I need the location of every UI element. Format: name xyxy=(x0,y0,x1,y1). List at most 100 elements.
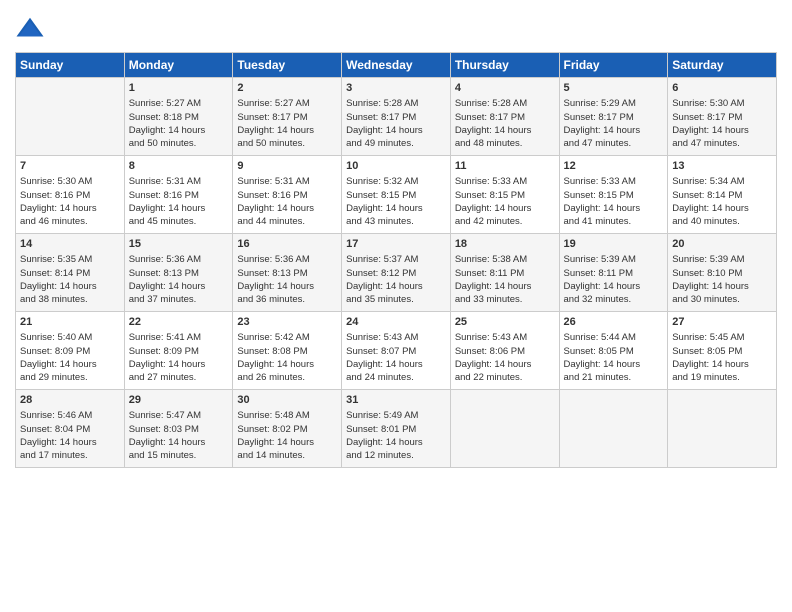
day-info: Sunrise: 5:38 AM Sunset: 8:11 PM Dayligh… xyxy=(455,253,555,306)
calendar-week-1: 1Sunrise: 5:27 AM Sunset: 8:18 PM Daylig… xyxy=(16,78,777,156)
day-number: 7 xyxy=(20,159,120,174)
weekday-header-sunday: Sunday xyxy=(16,53,125,78)
day-info: Sunrise: 5:34 AM Sunset: 8:14 PM Dayligh… xyxy=(672,175,772,228)
calendar-week-4: 21Sunrise: 5:40 AM Sunset: 8:09 PM Dayli… xyxy=(16,312,777,390)
day-number: 12 xyxy=(564,159,664,174)
calendar-cell: 16Sunrise: 5:36 AM Sunset: 8:13 PM Dayli… xyxy=(233,234,342,312)
calendar-cell: 10Sunrise: 5:32 AM Sunset: 8:15 PM Dayli… xyxy=(342,156,451,234)
day-number: 29 xyxy=(129,393,229,408)
day-number: 4 xyxy=(455,81,555,96)
day-number: 26 xyxy=(564,315,664,330)
day-info: Sunrise: 5:49 AM Sunset: 8:01 PM Dayligh… xyxy=(346,409,446,462)
calendar-cell xyxy=(450,390,559,468)
calendar-cell: 19Sunrise: 5:39 AM Sunset: 8:11 PM Dayli… xyxy=(559,234,668,312)
day-number: 31 xyxy=(346,393,446,408)
day-number: 25 xyxy=(455,315,555,330)
day-info: Sunrise: 5:44 AM Sunset: 8:05 PM Dayligh… xyxy=(564,331,664,384)
day-number: 5 xyxy=(564,81,664,96)
calendar-cell: 5Sunrise: 5:29 AM Sunset: 8:17 PM Daylig… xyxy=(559,78,668,156)
calendar-cell xyxy=(16,78,125,156)
calendar-cell: 24Sunrise: 5:43 AM Sunset: 8:07 PM Dayli… xyxy=(342,312,451,390)
day-info: Sunrise: 5:27 AM Sunset: 8:18 PM Dayligh… xyxy=(129,97,229,150)
day-info: Sunrise: 5:36 AM Sunset: 8:13 PM Dayligh… xyxy=(129,253,229,306)
weekday-header-friday: Friday xyxy=(559,53,668,78)
calendar-cell: 30Sunrise: 5:48 AM Sunset: 8:02 PM Dayli… xyxy=(233,390,342,468)
day-info: Sunrise: 5:43 AM Sunset: 8:06 PM Dayligh… xyxy=(455,331,555,384)
calendar-cell: 18Sunrise: 5:38 AM Sunset: 8:11 PM Dayli… xyxy=(450,234,559,312)
calendar-cell: 12Sunrise: 5:33 AM Sunset: 8:15 PM Dayli… xyxy=(559,156,668,234)
day-info: Sunrise: 5:39 AM Sunset: 8:10 PM Dayligh… xyxy=(672,253,772,306)
calendar-cell: 14Sunrise: 5:35 AM Sunset: 8:14 PM Dayli… xyxy=(16,234,125,312)
calendar-cell: 15Sunrise: 5:36 AM Sunset: 8:13 PM Dayli… xyxy=(124,234,233,312)
day-number: 22 xyxy=(129,315,229,330)
day-number: 14 xyxy=(20,237,120,252)
day-info: Sunrise: 5:28 AM Sunset: 8:17 PM Dayligh… xyxy=(455,97,555,150)
calendar-cell xyxy=(668,390,777,468)
day-number: 20 xyxy=(672,237,772,252)
weekday-header-saturday: Saturday xyxy=(668,53,777,78)
logo xyxy=(15,14,47,44)
calendar-cell: 23Sunrise: 5:42 AM Sunset: 8:08 PM Dayli… xyxy=(233,312,342,390)
day-number: 17 xyxy=(346,237,446,252)
calendar-cell xyxy=(559,390,668,468)
day-info: Sunrise: 5:33 AM Sunset: 8:15 PM Dayligh… xyxy=(564,175,664,228)
weekday-header-wednesday: Wednesday xyxy=(342,53,451,78)
calendar-cell: 13Sunrise: 5:34 AM Sunset: 8:14 PM Dayli… xyxy=(668,156,777,234)
day-info: Sunrise: 5:30 AM Sunset: 8:16 PM Dayligh… xyxy=(20,175,120,228)
calendar-table: SundayMondayTuesdayWednesdayThursdayFrid… xyxy=(15,52,777,468)
day-number: 18 xyxy=(455,237,555,252)
weekday-header-thursday: Thursday xyxy=(450,53,559,78)
day-number: 27 xyxy=(672,315,772,330)
calendar-cell: 31Sunrise: 5:49 AM Sunset: 8:01 PM Dayli… xyxy=(342,390,451,468)
main-container: SundayMondayTuesdayWednesdayThursdayFrid… xyxy=(0,0,792,478)
logo-icon xyxy=(15,14,45,44)
calendar-cell: 9Sunrise: 5:31 AM Sunset: 8:16 PM Daylig… xyxy=(233,156,342,234)
day-info: Sunrise: 5:40 AM Sunset: 8:09 PM Dayligh… xyxy=(20,331,120,384)
day-number: 19 xyxy=(564,237,664,252)
calendar-cell: 25Sunrise: 5:43 AM Sunset: 8:06 PM Dayli… xyxy=(450,312,559,390)
calendar-cell: 3Sunrise: 5:28 AM Sunset: 8:17 PM Daylig… xyxy=(342,78,451,156)
calendar-cell: 7Sunrise: 5:30 AM Sunset: 8:16 PM Daylig… xyxy=(16,156,125,234)
day-number: 16 xyxy=(237,237,337,252)
day-number: 23 xyxy=(237,315,337,330)
day-info: Sunrise: 5:27 AM Sunset: 8:17 PM Dayligh… xyxy=(237,97,337,150)
day-info: Sunrise: 5:32 AM Sunset: 8:15 PM Dayligh… xyxy=(346,175,446,228)
calendar-cell: 29Sunrise: 5:47 AM Sunset: 8:03 PM Dayli… xyxy=(124,390,233,468)
day-number: 3 xyxy=(346,81,446,96)
calendar-cell: 22Sunrise: 5:41 AM Sunset: 8:09 PM Dayli… xyxy=(124,312,233,390)
calendar-cell: 26Sunrise: 5:44 AM Sunset: 8:05 PM Dayli… xyxy=(559,312,668,390)
day-info: Sunrise: 5:39 AM Sunset: 8:11 PM Dayligh… xyxy=(564,253,664,306)
calendar-cell: 6Sunrise: 5:30 AM Sunset: 8:17 PM Daylig… xyxy=(668,78,777,156)
day-info: Sunrise: 5:31 AM Sunset: 8:16 PM Dayligh… xyxy=(237,175,337,228)
day-info: Sunrise: 5:47 AM Sunset: 8:03 PM Dayligh… xyxy=(129,409,229,462)
calendar-week-5: 28Sunrise: 5:46 AM Sunset: 8:04 PM Dayli… xyxy=(16,390,777,468)
day-number: 10 xyxy=(346,159,446,174)
day-number: 28 xyxy=(20,393,120,408)
calendar-cell: 20Sunrise: 5:39 AM Sunset: 8:10 PM Dayli… xyxy=(668,234,777,312)
calendar-cell: 4Sunrise: 5:28 AM Sunset: 8:17 PM Daylig… xyxy=(450,78,559,156)
calendar-cell: 11Sunrise: 5:33 AM Sunset: 8:15 PM Dayli… xyxy=(450,156,559,234)
day-number: 30 xyxy=(237,393,337,408)
header xyxy=(15,10,777,44)
day-info: Sunrise: 5:41 AM Sunset: 8:09 PM Dayligh… xyxy=(129,331,229,384)
weekday-header-monday: Monday xyxy=(124,53,233,78)
calendar-cell: 27Sunrise: 5:45 AM Sunset: 8:05 PM Dayli… xyxy=(668,312,777,390)
day-info: Sunrise: 5:42 AM Sunset: 8:08 PM Dayligh… xyxy=(237,331,337,384)
day-number: 11 xyxy=(455,159,555,174)
day-info: Sunrise: 5:29 AM Sunset: 8:17 PM Dayligh… xyxy=(564,97,664,150)
calendar-cell: 28Sunrise: 5:46 AM Sunset: 8:04 PM Dayli… xyxy=(16,390,125,468)
day-number: 15 xyxy=(129,237,229,252)
day-number: 9 xyxy=(237,159,337,174)
day-info: Sunrise: 5:31 AM Sunset: 8:16 PM Dayligh… xyxy=(129,175,229,228)
calendar-cell: 17Sunrise: 5:37 AM Sunset: 8:12 PM Dayli… xyxy=(342,234,451,312)
day-info: Sunrise: 5:46 AM Sunset: 8:04 PM Dayligh… xyxy=(20,409,120,462)
day-number: 6 xyxy=(672,81,772,96)
calendar-week-2: 7Sunrise: 5:30 AM Sunset: 8:16 PM Daylig… xyxy=(16,156,777,234)
calendar-cell: 8Sunrise: 5:31 AM Sunset: 8:16 PM Daylig… xyxy=(124,156,233,234)
day-number: 8 xyxy=(129,159,229,174)
day-info: Sunrise: 5:48 AM Sunset: 8:02 PM Dayligh… xyxy=(237,409,337,462)
day-info: Sunrise: 5:28 AM Sunset: 8:17 PM Dayligh… xyxy=(346,97,446,150)
calendar-cell: 1Sunrise: 5:27 AM Sunset: 8:18 PM Daylig… xyxy=(124,78,233,156)
calendar-cell: 2Sunrise: 5:27 AM Sunset: 8:17 PM Daylig… xyxy=(233,78,342,156)
day-number: 2 xyxy=(237,81,337,96)
